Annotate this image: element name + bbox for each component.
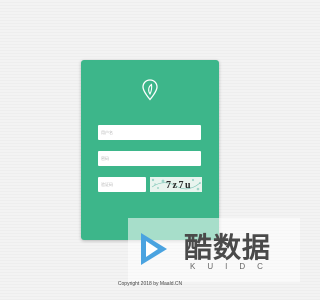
watermark-text-cn: 酷数据 <box>184 231 272 264</box>
site-watermark: 酷数据 KUIDC <box>128 218 300 282</box>
pin-leaf-logo-icon <box>142 79 158 101</box>
copyright-text: Copyright 2018 by Maald.CN <box>117 281 183 287</box>
captcha-image[interactable]: 7z7u <box>150 177 202 192</box>
captcha-text: 7z7u <box>166 180 192 191</box>
watermark-text-en: KUIDC <box>190 262 275 271</box>
login-card: 7z7u <box>81 60 219 240</box>
password-input[interactable] <box>98 151 201 166</box>
play-logo-icon <box>141 233 167 265</box>
username-input[interactable] <box>98 125 201 140</box>
captcha-input[interactable] <box>98 177 146 192</box>
